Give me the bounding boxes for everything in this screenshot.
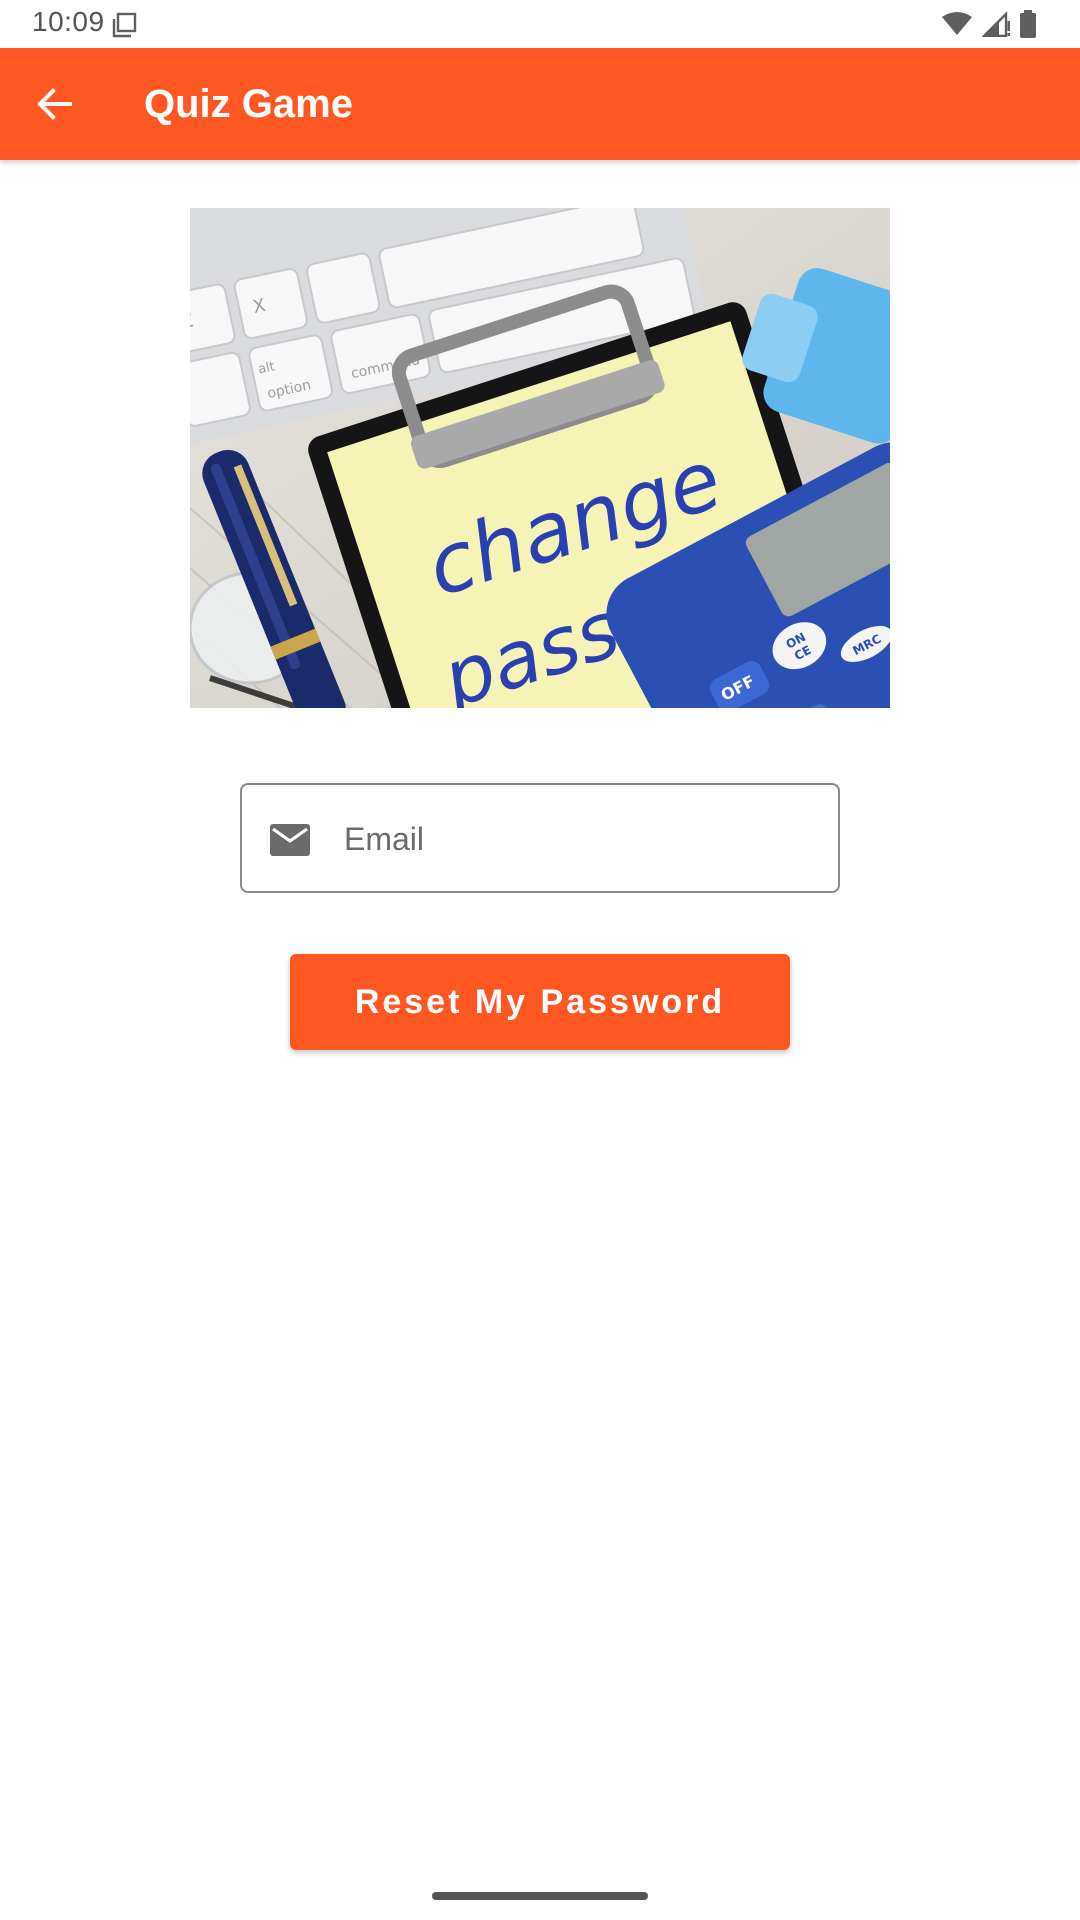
illustration-svg: Z X alt option command change ON CE MRC … bbox=[190, 208, 890, 708]
email-input[interactable] bbox=[342, 805, 816, 873]
status-icons bbox=[942, 10, 1036, 38]
battery-icon bbox=[1020, 10, 1036, 38]
reset-password-button[interactable]: Reset My Password bbox=[290, 954, 790, 1050]
gesture-nav-bar[interactable] bbox=[432, 1892, 648, 1900]
arrow-back-icon bbox=[37, 88, 72, 120]
email-field[interactable] bbox=[240, 783, 840, 893]
mail-icon bbox=[270, 824, 310, 856]
status-time: 10:09 bbox=[32, 6, 105, 37]
change-password-illustration: Z X alt option command change ON CE MRC … bbox=[190, 208, 890, 708]
cell-signal-icon bbox=[982, 11, 1010, 37]
notification-icon bbox=[112, 12, 137, 38]
app-bar: Quiz Game bbox=[0, 48, 1080, 160]
wifi-icon bbox=[942, 12, 972, 35]
app-title: Quiz Game bbox=[144, 82, 353, 126]
status-bar: 10:09 bbox=[0, 0, 1080, 48]
back-button[interactable] bbox=[26, 76, 82, 132]
